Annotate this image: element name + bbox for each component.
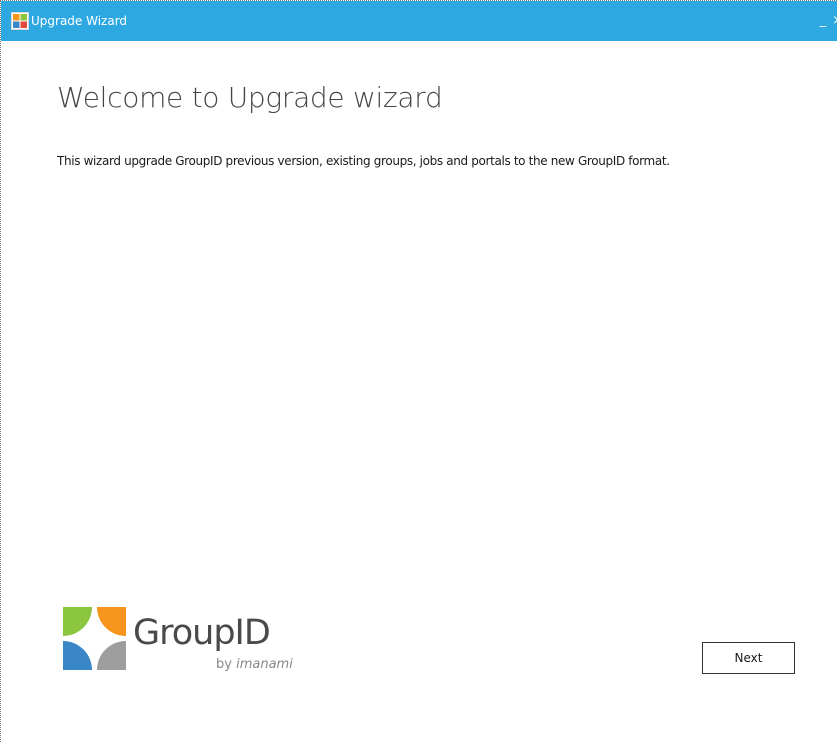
title-bar[interactable]: Upgrade Wizard _ × <box>1 1 837 41</box>
page-title: Welcome to Upgrade wizard <box>57 81 443 114</box>
logo-by-text: by <box>216 657 232 672</box>
logo-brand: imanami <box>236 657 293 672</box>
next-button[interactable]: Next <box>702 642 795 674</box>
window-title: Upgrade Wizard <box>31 14 128 28</box>
close-icon[interactable]: × <box>832 13 837 29</box>
logo-tagline: by imanami <box>216 657 293 672</box>
groupid-logo-icon <box>61 605 128 672</box>
minimize-icon[interactable]: _ <box>820 13 827 29</box>
upgrade-wizard-window: Upgrade Wizard _ × Welcome to Upgrade wi… <box>0 0 837 742</box>
groupid-logo: GroupID by imanami <box>61 605 321 677</box>
window-controls: _ × <box>820 13 837 29</box>
logo-wordmark: GroupID <box>133 613 271 653</box>
wizard-description: This wizard upgrade GroupID previous ver… <box>57 154 670 168</box>
wizard-app-icon <box>11 12 29 30</box>
